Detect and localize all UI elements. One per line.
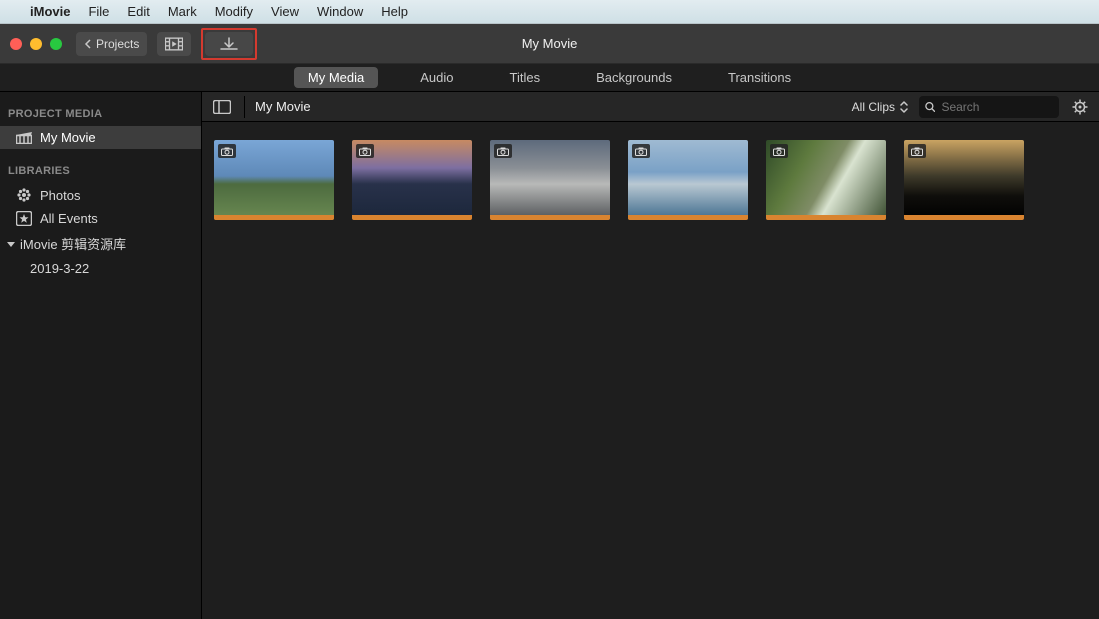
clip-filter-dropdown[interactable]: All Clips: [852, 100, 909, 114]
menu-view[interactable]: View: [271, 4, 299, 19]
camera-icon: [635, 147, 647, 156]
sidebar-item-event[interactable]: 2019-3-22: [0, 257, 201, 280]
sidebar-item-photos[interactable]: Photos: [0, 183, 201, 207]
clip-used-indicator: [214, 215, 334, 220]
window-zoom-button[interactable]: [50, 38, 62, 50]
star-icon: [16, 211, 32, 226]
import-arrow-down-icon: [219, 36, 239, 52]
sidebar-item-project-label: My Movie: [40, 130, 96, 145]
tab-transitions[interactable]: Transitions: [714, 67, 805, 88]
photos-flower-icon: [16, 187, 32, 203]
projects-back-button[interactable]: Projects: [76, 32, 147, 56]
menu-file[interactable]: File: [88, 4, 109, 19]
gear-icon: [1072, 99, 1088, 115]
import-button-highlight: [201, 28, 257, 60]
tab-audio[interactable]: Audio: [406, 67, 467, 88]
tab-titles[interactable]: Titles: [496, 67, 555, 88]
sidebar-item-label: All Events: [40, 211, 98, 226]
camera-icon: [497, 147, 509, 156]
sidebar-item-label: Photos: [40, 188, 80, 203]
clip-used-indicator: [904, 215, 1024, 220]
photo-badge: [218, 144, 236, 158]
window-close-button[interactable]: [10, 38, 22, 50]
clip-thumbnail[interactable]: [628, 140, 748, 220]
projects-back-label: Projects: [96, 37, 139, 51]
up-down-chevron-icon: [899, 101, 909, 113]
tab-backgrounds[interactable]: Backgrounds: [582, 67, 686, 88]
search-box[interactable]: [919, 96, 1059, 118]
app-menu[interactable]: iMovie: [30, 4, 70, 19]
photo-badge: [494, 144, 512, 158]
menu-window[interactable]: Window: [317, 4, 363, 19]
clip-thumbnail[interactable]: [214, 140, 334, 220]
app-toolbar: Projects My Movie: [0, 24, 1099, 64]
library-sidebar: PROJECT MEDIA My Movie LIBRARIES: [0, 92, 202, 619]
media-browser-header: My Movie All Clips: [202, 92, 1099, 122]
photo-badge: [632, 144, 650, 158]
library-title: My Movie: [255, 99, 311, 114]
sidebar-toggle-icon: [213, 100, 231, 114]
clip-used-indicator: [766, 215, 886, 220]
clip-thumbnail[interactable]: [352, 140, 472, 220]
import-media-button[interactable]: [205, 32, 253, 56]
menu-edit[interactable]: Edit: [127, 4, 149, 19]
main-split: PROJECT MEDIA My Movie LIBRARIES: [0, 92, 1099, 619]
media-view-button[interactable]: [157, 32, 191, 56]
window-traffic-lights: [10, 38, 62, 50]
search-input[interactable]: [941, 100, 1053, 114]
browser-settings-button[interactable]: [1069, 96, 1091, 118]
sidebar-library-label: iMovie 剪辑资源库: [20, 234, 126, 253]
divider: [244, 96, 245, 118]
tab-my-media[interactable]: My Media: [294, 67, 378, 88]
search-icon: [925, 101, 935, 113]
disclosure-triangle-down-icon[interactable]: [6, 239, 16, 249]
macos-menubar: iMovie File Edit Mark Modify View Window…: [0, 0, 1099, 24]
photo-badge: [356, 144, 374, 158]
clip-grid: [202, 122, 1099, 619]
photo-badge: [770, 144, 788, 158]
camera-icon: [221, 147, 233, 156]
sidebar-item-project[interactable]: My Movie: [0, 126, 201, 149]
camera-icon: [911, 147, 923, 156]
clip-thumbnail[interactable]: [766, 140, 886, 220]
sidebar-item-all-events[interactable]: All Events: [0, 207, 201, 230]
clip-filter-label: All Clips: [852, 100, 895, 114]
menu-mark[interactable]: Mark: [168, 4, 197, 19]
chevron-left-icon: [84, 39, 92, 49]
section-header-project-media: PROJECT MEDIA: [0, 102, 201, 126]
clip-used-indicator: [628, 215, 748, 220]
clip-used-indicator: [490, 215, 610, 220]
filmstrip-icon: [165, 37, 183, 51]
camera-icon: [359, 147, 371, 156]
clip-used-indicator: [352, 215, 472, 220]
window-minimize-button[interactable]: [30, 38, 42, 50]
media-tab-bar: My Media Audio Titles Backgrounds Transi…: [0, 64, 1099, 92]
sidebar-library[interactable]: iMovie 剪辑资源库: [0, 230, 201, 257]
menu-help[interactable]: Help: [381, 4, 408, 19]
clip-thumbnail[interactable]: [904, 140, 1024, 220]
toggle-sidebar-button[interactable]: [210, 95, 234, 119]
menu-modify[interactable]: Modify: [215, 4, 253, 19]
clip-thumbnail[interactable]: [490, 140, 610, 220]
sidebar-item-label: 2019-3-22: [30, 261, 89, 276]
clapperboard-icon: [16, 131, 32, 144]
camera-icon: [773, 147, 785, 156]
photo-badge: [908, 144, 926, 158]
section-header-libraries: LIBRARIES: [0, 159, 201, 183]
media-browser: My Movie All Clips: [202, 92, 1099, 619]
